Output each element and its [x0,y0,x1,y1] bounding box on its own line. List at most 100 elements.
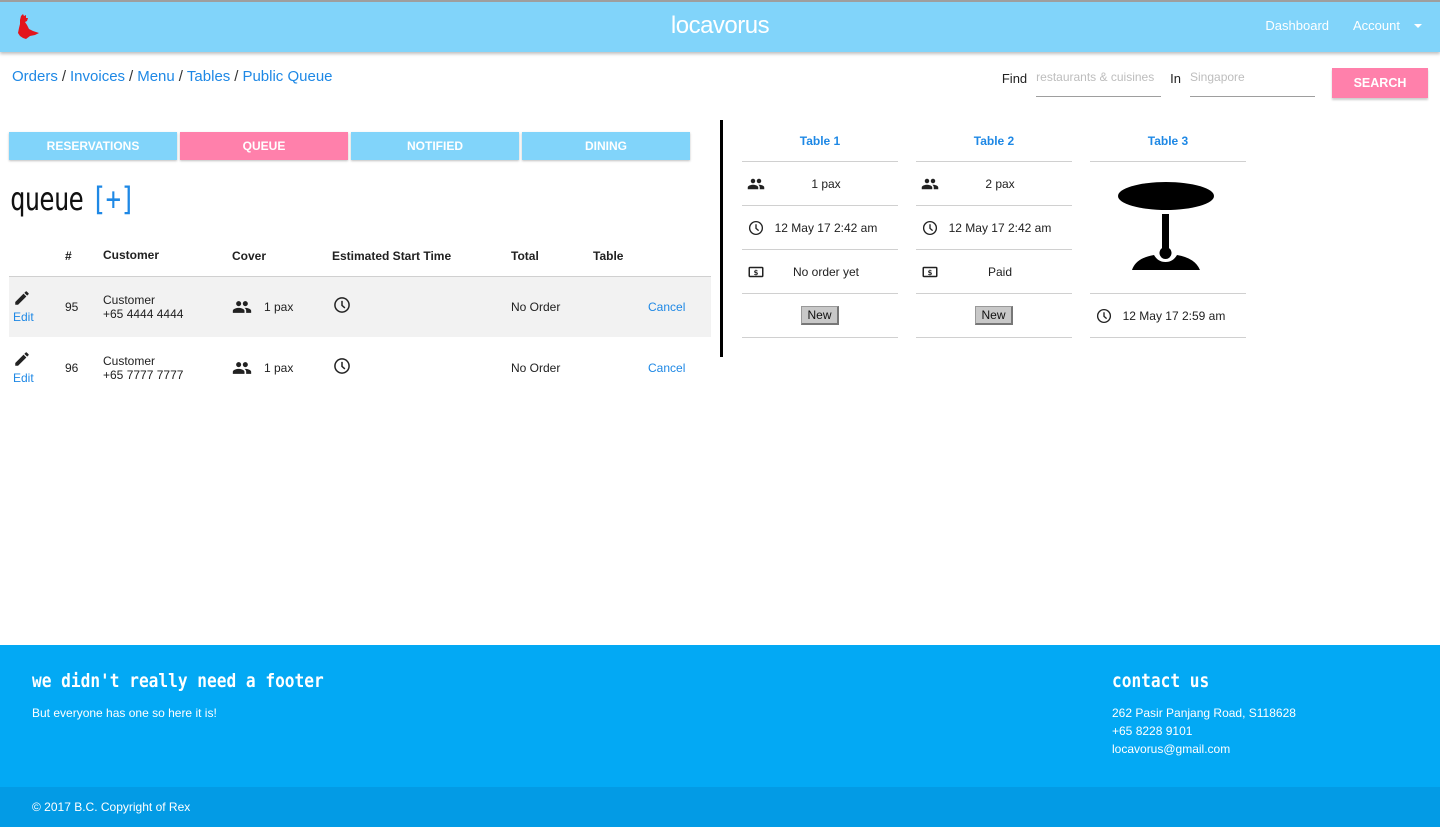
section-divider [720,120,723,357]
table-value [593,276,648,337]
page-title: queue [+] [10,180,136,218]
footer-about: we didn't really need a footer But every… [32,670,375,720]
footer-contact: contact us 262 Pasir Panjang Road, S1186… [1112,670,1296,758]
table-payment-row: $ Paid [916,250,1072,294]
people-icon [747,178,765,190]
column-header-action [648,236,711,277]
table-payment: Paid [987,264,1013,279]
search-bar: Find In SEARCH [1002,66,1428,98]
table-time-row: 12 May 17 2:59 am [1090,294,1246,338]
edit-link[interactable]: Edit [13,310,65,324]
cancel-link[interactable]: Cancel [648,361,685,375]
total-value: No Order [511,276,593,337]
cancel-link[interactable]: Cancel [648,300,685,314]
table-action-row: New [742,294,898,338]
customer-phone: +65 7777 7777 [103,367,184,382]
pencil-icon[interactable] [13,350,31,368]
people-icon [921,178,939,190]
total-value: No Order [511,360,561,375]
table-title[interactable]: Table 1 [742,124,898,162]
navbar: locavorus Dashboard Account [0,0,1440,52]
table-time-row: 12 May 17 2:42 am [916,206,1072,250]
column-header-number: # [65,236,103,277]
breadcrumb-invoices[interactable]: Invoices [70,68,125,85]
contact-address: 262 Pasir Panjang Road, S118628 [1112,706,1296,720]
breadcrumb-orders[interactable]: Orders [12,68,58,85]
column-header-total: Total [511,236,593,277]
breadcrumb-tables[interactable]: Tables [187,68,230,85]
clock-icon [922,220,938,236]
table-card: Table 2 2 pax 12 May 17 2:42 am $ Paid N… [916,124,1072,338]
tab-notified[interactable]: NOTIFIED [351,132,519,160]
column-header-cover: Cover [232,236,332,277]
table-title[interactable]: Table 3 [1090,124,1246,162]
caret-down-icon[interactable] [1414,23,1422,28]
footer: we didn't really need a footer But every… [0,645,1440,787]
clock-icon [334,358,350,374]
table-action-row: New [916,294,1072,338]
table-card: Table 1 1 pax 12 May 17 2:42 am $ No ord… [742,124,898,338]
new-order-button[interactable]: New [975,306,1013,325]
table-time: 12 May 17 2:42 am [774,220,878,235]
cover-value: 1 pax [264,299,294,314]
table-header-row: # Customer Cover Estimated Start Time To… [9,236,711,277]
column-header-customer: Customer [103,236,232,277]
tab-queue[interactable]: QUEUE [180,132,348,160]
location-input[interactable] [1190,66,1315,97]
table-time-row: 12 May 17 2:42 am [742,206,898,250]
clock-icon [748,220,764,236]
nav-account-link[interactable]: Account [1353,18,1400,33]
breadcrumb: Orders / Invoices / Menu / Tables / Public Queue [12,68,333,85]
customer-phone: +65 4444 4444 [103,306,184,321]
table-row: Edit 95 Customer +65 4444 4444 1 pax No … [9,276,711,337]
clock-icon [1096,308,1112,324]
table-value [593,337,648,398]
table-time: 12 May 17 2:42 am [948,220,1052,235]
table-title[interactable]: Table 2 [916,124,1072,162]
column-header-table: Table [593,236,648,277]
cover-cell: 1 pax [232,337,332,398]
column-header-estimated-start: Estimated Start Time [332,236,511,277]
svg-text:$: $ [928,269,933,277]
tables-panel: Table 1 1 pax 12 May 17 2:42 am $ No ord… [742,124,1264,338]
breadcrumb-menu[interactable]: Menu [137,68,175,85]
customer-cell: Customer +65 7777 7777 [103,337,232,398]
pencil-icon[interactable] [13,289,31,307]
customer-name: Customer [103,353,156,368]
add-queue-button[interactable]: [+] [91,180,136,218]
copyright-text: © 2017 B.C. Copyright of Rex [32,800,191,814]
queue-title-text: queue [10,180,84,218]
queue-table: # Customer Cover Estimated Start Time To… [9,236,711,398]
breadcrumb-separator: / [178,68,183,85]
search-button[interactable]: SEARCH [1332,68,1428,98]
table-time: 12 May 17 2:59 am [1122,308,1226,323]
edit-cell[interactable]: Edit [9,337,65,398]
queue-number: 95 [65,276,103,337]
find-label: Find [1001,71,1028,86]
in-label: In [1170,71,1181,86]
new-order-button[interactable]: New [801,306,839,325]
people-icon [232,361,252,374]
edit-cell[interactable]: Edit [9,276,65,337]
breadcrumb-public-queue[interactable]: Public Queue [242,68,332,85]
estimated-start-cell [332,276,511,337]
customer-name: Customer [103,292,156,307]
nav-dashboard-link[interactable]: Dashboard [1265,18,1329,33]
tab-reservations[interactable]: RESERVATIONS [9,132,177,160]
table-pax: 2 pax [985,176,1015,191]
contact-heading: contact us [1112,670,1210,692]
clock-icon [334,297,350,314]
brand-title[interactable]: locavorus [671,12,770,39]
table-icon[interactable] [1118,181,1218,274]
breadcrumb-separator: / [234,68,239,85]
cover-cell: 1 pax [232,276,332,337]
people-icon [232,300,252,313]
table-image-row [1090,162,1246,294]
edit-link[interactable]: Edit [13,371,65,385]
estimated-start-cell [332,337,511,398]
tab-dining[interactable]: DINING [522,132,690,160]
find-input[interactable] [1036,66,1162,97]
money-icon: $ [922,266,938,278]
table-row: Edit 96 Customer +65 7777 7777 1 pax No … [9,337,711,398]
contact-email[interactable]: locavorus@gmail.com [1112,740,1296,758]
